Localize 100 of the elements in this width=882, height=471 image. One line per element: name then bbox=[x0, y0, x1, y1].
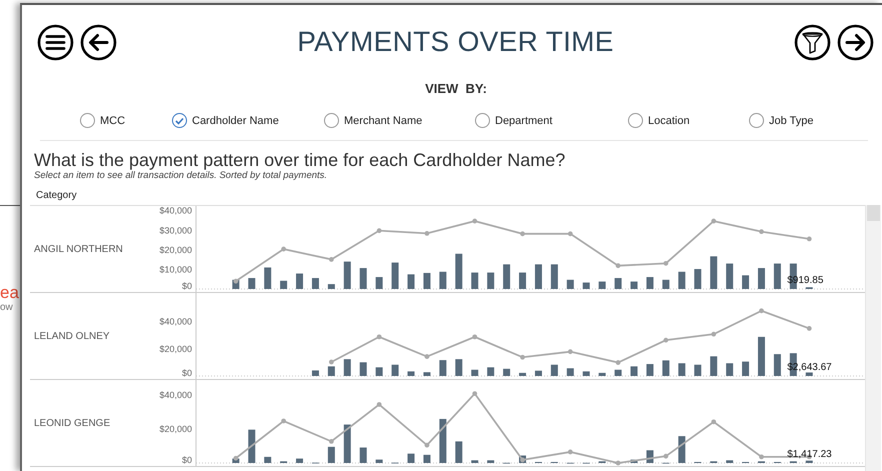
bar bbox=[550, 264, 558, 289]
bar bbox=[582, 282, 590, 289]
bar bbox=[598, 372, 606, 376]
bar bbox=[774, 354, 781, 376]
bar bbox=[742, 275, 750, 289]
radio-option[interactable]: Merchant Name bbox=[324, 113, 475, 128]
point bbox=[281, 246, 286, 252]
bar bbox=[519, 372, 526, 376]
bar bbox=[662, 360, 670, 376]
point bbox=[806, 236, 812, 242]
axis-tick-label: $0 bbox=[182, 368, 192, 378]
bar bbox=[487, 367, 494, 376]
point bbox=[424, 231, 430, 236]
bar bbox=[248, 430, 256, 463]
radio-option[interactable]: MCC bbox=[80, 113, 172, 128]
axis-tick-label: $30,000 bbox=[159, 225, 192, 236]
bar bbox=[806, 372, 813, 376]
bar bbox=[566, 368, 574, 376]
point bbox=[759, 454, 764, 460]
value-label: $1,417.23 bbox=[787, 449, 832, 460]
point bbox=[568, 231, 573, 236]
column-header: Category bbox=[36, 190, 78, 202]
point bbox=[328, 360, 334, 364]
point bbox=[663, 338, 668, 343]
radio-option[interactable]: Cardholder Name bbox=[172, 113, 324, 128]
bar bbox=[694, 364, 702, 376]
row-label[interactable]: ANGIL NORTHERN bbox=[30, 244, 158, 254]
point bbox=[424, 442, 430, 448]
point bbox=[376, 402, 382, 407]
axis-tick-label: $10,000 bbox=[159, 264, 192, 274]
axis-tick-label: $20,000 bbox=[159, 424, 192, 434]
point bbox=[616, 263, 621, 268]
point bbox=[759, 308, 764, 314]
bar bbox=[598, 282, 606, 289]
bar bbox=[646, 277, 654, 289]
bar bbox=[328, 284, 335, 289]
filter-button[interactable] bbox=[794, 24, 831, 60]
point bbox=[328, 439, 334, 444]
bar bbox=[678, 436, 686, 463]
bar bbox=[408, 274, 415, 289]
background-subheading: ow bbox=[0, 302, 14, 314]
bar bbox=[439, 272, 446, 289]
bar bbox=[471, 460, 478, 463]
bar bbox=[534, 370, 542, 376]
bar bbox=[376, 460, 383, 463]
axis-tick-label: $40,000 bbox=[159, 390, 192, 400]
bar bbox=[694, 269, 702, 289]
point bbox=[472, 334, 478, 340]
bar bbox=[726, 264, 734, 289]
bar bbox=[423, 454, 430, 463]
bar bbox=[455, 254, 462, 289]
point bbox=[472, 218, 478, 224]
view-by-label: VIEW BY: bbox=[425, 81, 487, 96]
bar bbox=[630, 366, 638, 376]
menu-button[interactable] bbox=[37, 24, 74, 60]
axis-tick-label: $20,000 bbox=[159, 344, 192, 354]
bar bbox=[662, 280, 670, 289]
bar bbox=[774, 264, 781, 289]
point bbox=[376, 334, 382, 340]
bar bbox=[312, 278, 319, 289]
bar bbox=[344, 424, 351, 463]
point bbox=[663, 454, 668, 459]
bar bbox=[312, 370, 319, 376]
bar bbox=[296, 458, 304, 463]
bar bbox=[423, 372, 430, 376]
point bbox=[711, 419, 716, 424]
bar bbox=[487, 460, 494, 463]
axis-tick-label: $0 bbox=[182, 455, 192, 465]
row-label[interactable]: LEONID GENGE bbox=[30, 418, 158, 428]
bar bbox=[471, 370, 478, 376]
bar bbox=[614, 278, 622, 289]
point bbox=[424, 354, 430, 359]
axis-tick-label: $40,000 bbox=[159, 206, 192, 216]
point bbox=[616, 360, 621, 365]
bar bbox=[582, 371, 590, 376]
background-heading: ea bbox=[0, 284, 20, 302]
bar bbox=[455, 359, 462, 376]
radio-option[interactable]: Location bbox=[628, 113, 749, 128]
bar bbox=[630, 282, 638, 289]
bar bbox=[328, 446, 335, 463]
bar bbox=[630, 460, 638, 463]
row-label[interactable]: LELAND OLNEY bbox=[30, 330, 158, 342]
scrollbar[interactable] bbox=[865, 205, 881, 471]
forward-button[interactable] bbox=[837, 24, 874, 60]
bar bbox=[376, 277, 383, 289]
bar bbox=[439, 418, 446, 463]
bar bbox=[439, 360, 446, 376]
radio-option[interactable]: Department bbox=[475, 113, 628, 128]
point bbox=[759, 229, 764, 234]
radio-option[interactable]: Job Type bbox=[749, 113, 882, 128]
bar bbox=[471, 272, 478, 289]
bar bbox=[487, 272, 494, 289]
back-button[interactable] bbox=[80, 24, 117, 60]
bar bbox=[264, 456, 272, 463]
bar bbox=[758, 268, 765, 289]
bar bbox=[328, 366, 335, 376]
axis-tick-label: $0 bbox=[182, 281, 192, 291]
bar bbox=[534, 264, 542, 289]
bar bbox=[710, 356, 718, 376]
point bbox=[806, 326, 812, 331]
